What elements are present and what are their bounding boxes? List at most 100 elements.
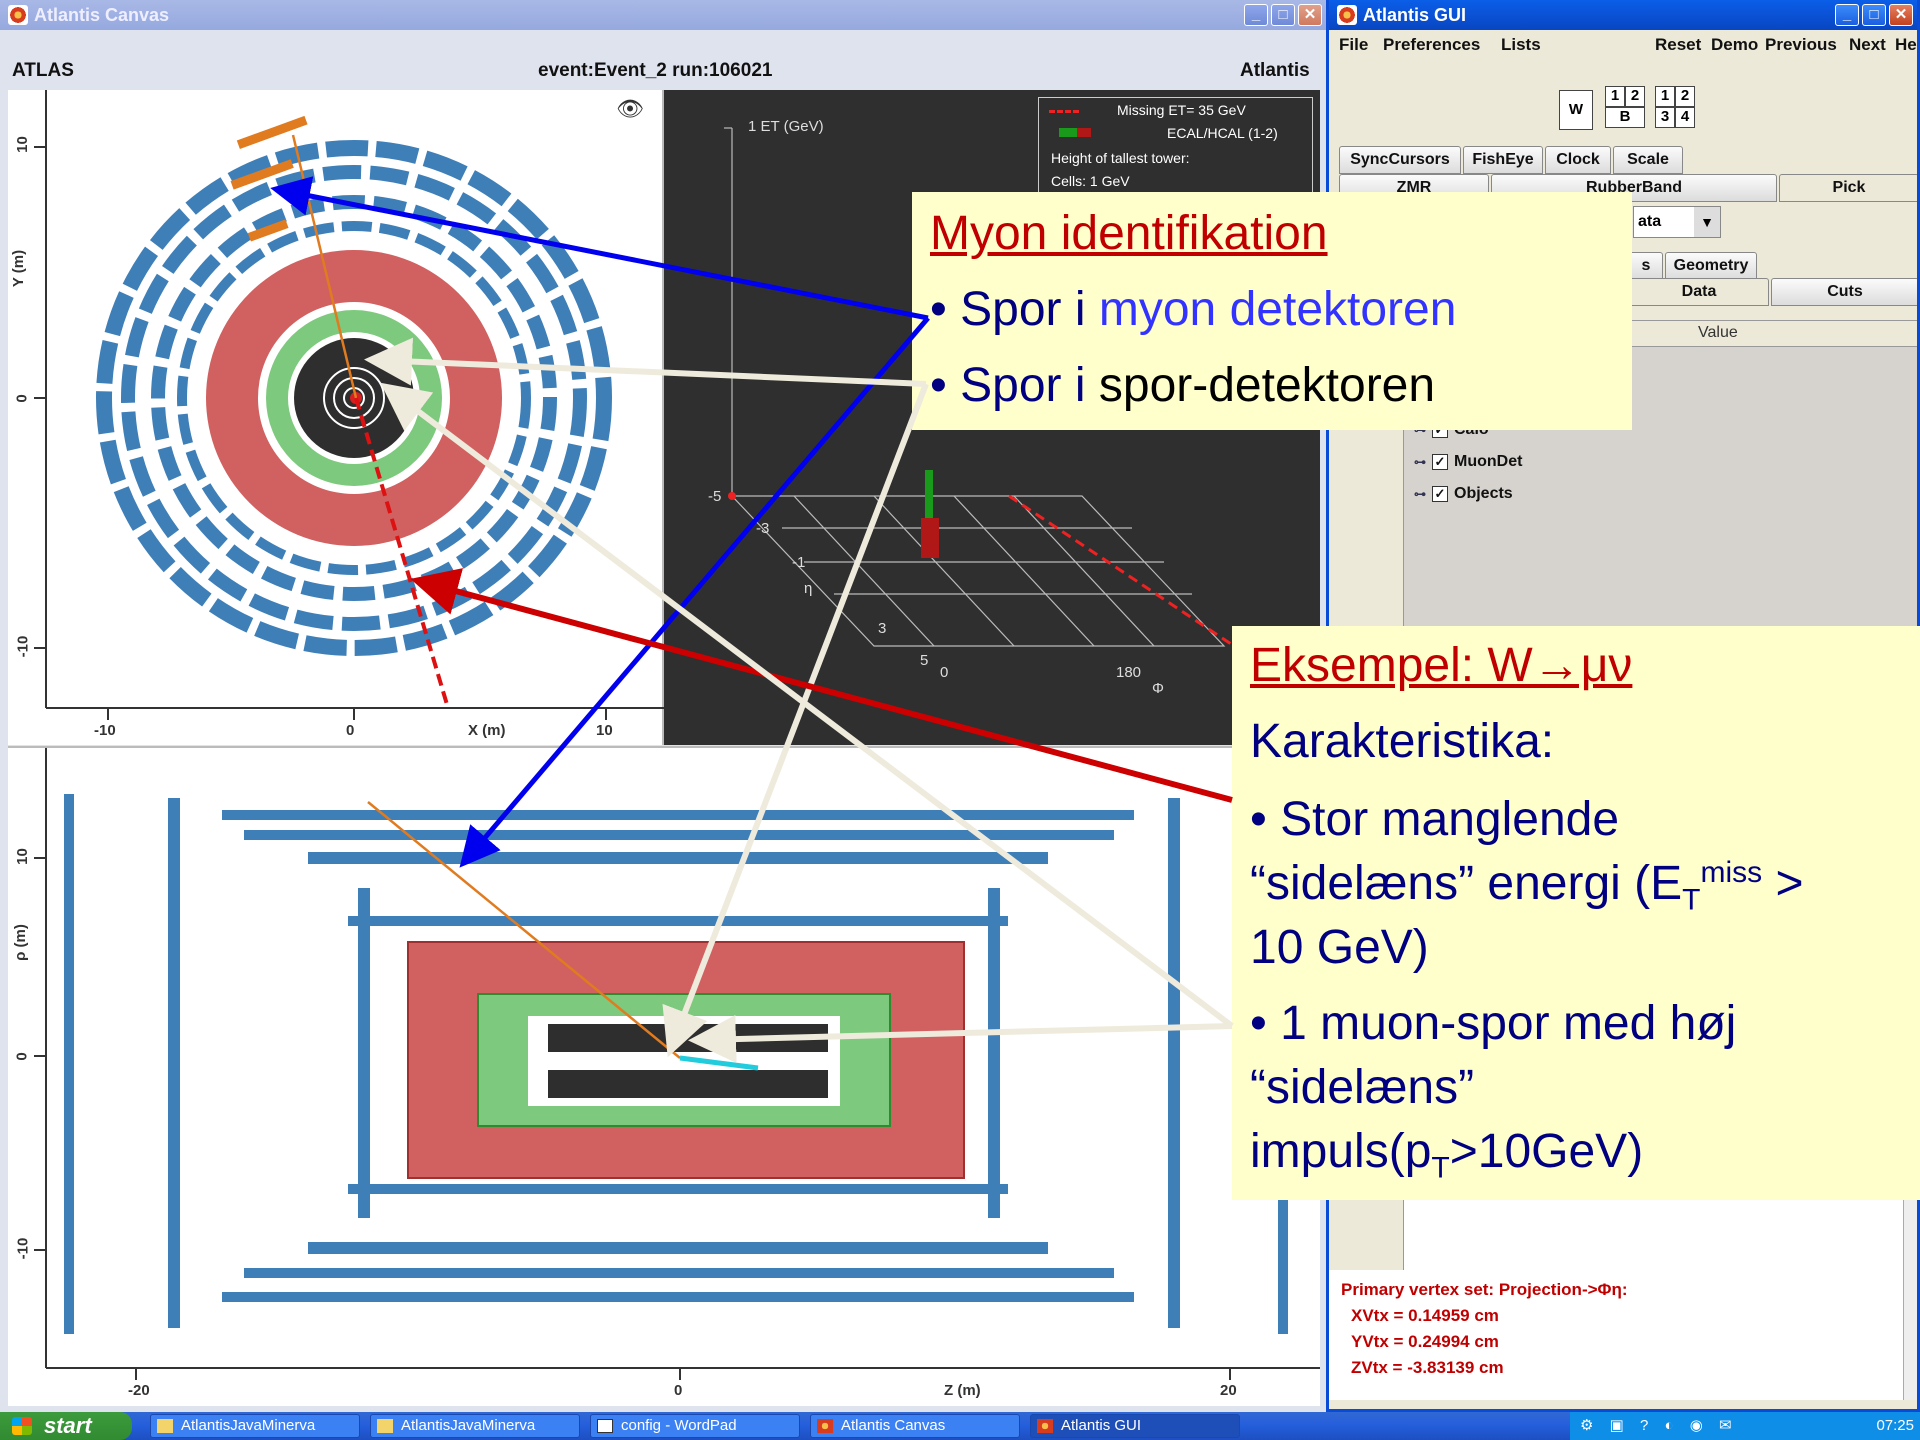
task-atlantis-gui[interactable]: Atlantis GUI xyxy=(1030,1414,1240,1438)
menu-lists[interactable]: Lists xyxy=(1501,35,1541,55)
tab-data[interactable]: Data xyxy=(1629,278,1769,306)
chevron-down-icon: ▼ xyxy=(1694,207,1720,237)
menu-next[interactable]: Next xyxy=(1849,35,1886,55)
menu-preferences[interactable]: Preferences xyxy=(1383,35,1480,55)
menu-help[interactable]: Help xyxy=(1895,35,1917,55)
line-7-main: impuls(p xyxy=(1250,1125,1432,1178)
task-wordpad[interactable]: config - WordPad xyxy=(590,1414,800,1438)
maximize-icon[interactable]: □ xyxy=(1862,4,1886,26)
grid-cell: 4 xyxy=(1675,107,1695,128)
tree-node-icon: ⊶ xyxy=(1414,487,1426,501)
minimize-icon[interactable]: _ xyxy=(1244,4,1268,26)
minimize-icon[interactable]: _ xyxy=(1835,4,1859,26)
layout-grid-b-button[interactable]: 1 2 3 4 xyxy=(1655,86,1695,128)
missing-et-swatch xyxy=(1049,110,1079,113)
checkbox-muondet[interactable]: ✓ xyxy=(1432,454,1448,470)
grid-cell: 2 xyxy=(1675,86,1695,107)
tab-clock[interactable]: Clock xyxy=(1545,146,1611,174)
maximize-icon[interactable]: □ xyxy=(1271,4,1295,26)
task-atlantis-canvas[interactable]: Atlantis Canvas xyxy=(810,1414,1020,1438)
rz-view[interactable]: ρ (m) Z (m) -20 0 20 10 0 -10 xyxy=(8,746,1320,1406)
close-icon[interactable]: ✕ xyxy=(1889,4,1913,26)
folder-icon xyxy=(157,1419,173,1433)
ecal-swatch xyxy=(1059,128,1077,137)
menu-reset[interactable]: Reset xyxy=(1655,35,1701,55)
checkbox-objects[interactable]: ✓ xyxy=(1432,486,1448,502)
fisheye-icon[interactable]: 👁 xyxy=(616,96,644,122)
rz-y-axis-label: ρ (m) xyxy=(11,924,29,961)
lego-eta-tick: -3 xyxy=(756,520,770,537)
tree-label: Objects xyxy=(1454,485,1513,502)
taskbar: start AtlantisJavaMinerva AtlantisJavaMi… xyxy=(0,1412,1920,1440)
vertical-scrollbar[interactable] xyxy=(1903,1200,1917,1400)
line-3-main: “sidelæns” energi (E xyxy=(1250,857,1683,910)
vertex-line-4: ZVtx = -3.83139 cm xyxy=(1351,1358,1504,1377)
tab-geometry[interactable]: Geometry xyxy=(1665,252,1757,280)
vertex-line-3: YVtx = 0.24994 cm xyxy=(1351,1332,1499,1351)
menu-demo[interactable]: Demo xyxy=(1711,35,1758,55)
tree-item-objects[interactable]: ⊶ ✓ Objects xyxy=(1414,485,1513,503)
tree-label: MuonDet xyxy=(1454,453,1523,470)
task-label: Atlantis Canvas xyxy=(841,1417,946,1434)
xy-y-axis-label: Y (m) xyxy=(10,249,28,288)
note-muon-title: Myon identifikation xyxy=(930,207,1328,260)
note-example-line-5: • 1 muon-spor med høj xyxy=(1250,997,1737,1050)
layout-w-button[interactable]: W xyxy=(1559,90,1593,130)
rz-y-tick: -10 xyxy=(14,1237,32,1260)
tab-synccursors[interactable]: SyncCursors xyxy=(1339,146,1461,174)
grid-cell: 1 xyxy=(1605,86,1625,107)
rz-x-axis-label: Z (m) xyxy=(944,1382,981,1399)
lego-phi-tick: 0 xyxy=(940,664,949,681)
rz-x-tick: 20 xyxy=(1220,1382,1237,1399)
start-button[interactable]: start xyxy=(0,1412,132,1440)
legend-cells: Cells: 1 GeV xyxy=(1051,173,1130,189)
bullet-1-highlight: myon detektoren xyxy=(1098,283,1457,336)
menu-file[interactable]: File xyxy=(1339,35,1368,55)
xy-detector-svg xyxy=(34,90,664,720)
dropdown-value: ata xyxy=(1638,213,1662,230)
task-atlantisjavaminerva-2[interactable]: AtlantisJavaMinerva xyxy=(370,1414,580,1438)
canvas-title: Atlantis Canvas xyxy=(34,4,170,25)
header-atlantis: Atlantis xyxy=(1240,60,1310,81)
tab-fisheye[interactable]: FishEye xyxy=(1463,146,1543,174)
legend-ecal-hcal: ECAL/HCAL (1-2) xyxy=(1167,125,1278,141)
header-event: event:Event_2 run:106021 xyxy=(538,60,773,81)
bullet-2-rest: spor-detektoren xyxy=(1098,359,1436,412)
tab-s[interactable]: s xyxy=(1629,252,1663,280)
atlantis-app-icon xyxy=(8,5,28,25)
lego-et-label: 1 ET (GeV) xyxy=(748,118,824,135)
tray-icons[interactable]: ⚙ ▣ ? ◐ ◉ ✉ xyxy=(1580,1412,1738,1440)
folder-icon xyxy=(377,1419,393,1433)
header-atlas: ATLAS xyxy=(12,60,74,81)
grid-cell: B xyxy=(1605,107,1645,128)
task-atlantisjavaminerva-1[interactable]: AtlantisJavaMinerva xyxy=(150,1414,360,1438)
xy-view[interactable]: Y (m) X (m) -10 0 10 10 0 -10 👁 xyxy=(8,90,664,745)
menu-previous[interactable]: Previous xyxy=(1765,35,1837,55)
xy-x-tick: 0 xyxy=(346,722,355,739)
lego-phi-tick: 180 xyxy=(1116,664,1142,681)
task-label: Atlantis GUI xyxy=(1061,1417,1142,1434)
clock[interactable]: 07:25 xyxy=(1876,1417,1914,1434)
layout-grid-a-button[interactable]: 1 2 B xyxy=(1605,86,1645,128)
note-muon-bullet-2: • Spor i spor-detektoren xyxy=(930,358,1435,413)
tab-pick[interactable]: Pick xyxy=(1779,174,1917,202)
gui-menubar: File Preferences Lists Reset Demo Previo… xyxy=(1329,30,1917,58)
tree-node-icon: ⊶ xyxy=(1414,455,1426,469)
canvas-titlebar[interactable]: Atlantis Canvas _ □ ✕ xyxy=(0,0,1326,30)
start-label: start xyxy=(44,1413,92,1438)
note-example-line-3: “sidelæns” energi (ETmiss > xyxy=(1250,856,1804,918)
task-label: AtlantisJavaMinerva xyxy=(181,1417,316,1434)
rz-y-tick: 10 xyxy=(13,848,31,865)
task-label: config - WordPad xyxy=(621,1417,737,1434)
tab-cuts[interactable]: Cuts xyxy=(1771,278,1917,306)
tree-item-muondet[interactable]: ⊶ ✓ MuonDet xyxy=(1414,453,1522,471)
tab-scale[interactable]: Scale xyxy=(1613,146,1683,174)
lego-legend: Missing ET= 35 GeV ECAL/HCAL (1-2) Heigh… xyxy=(1038,97,1313,207)
data-dropdown[interactable]: ata ▼ xyxy=(1633,206,1721,238)
close-icon[interactable]: ✕ xyxy=(1298,4,1322,26)
table-header-value[interactable]: Value xyxy=(1698,324,1738,342)
gui-titlebar[interactable]: Atlantis GUI _ □ ✕ xyxy=(1329,0,1917,30)
note-example-line-1: Karakteristika: xyxy=(1250,715,1555,768)
lego-phi-label: Φ xyxy=(1152,680,1164,697)
xy-y-tick: -10 xyxy=(14,635,32,658)
